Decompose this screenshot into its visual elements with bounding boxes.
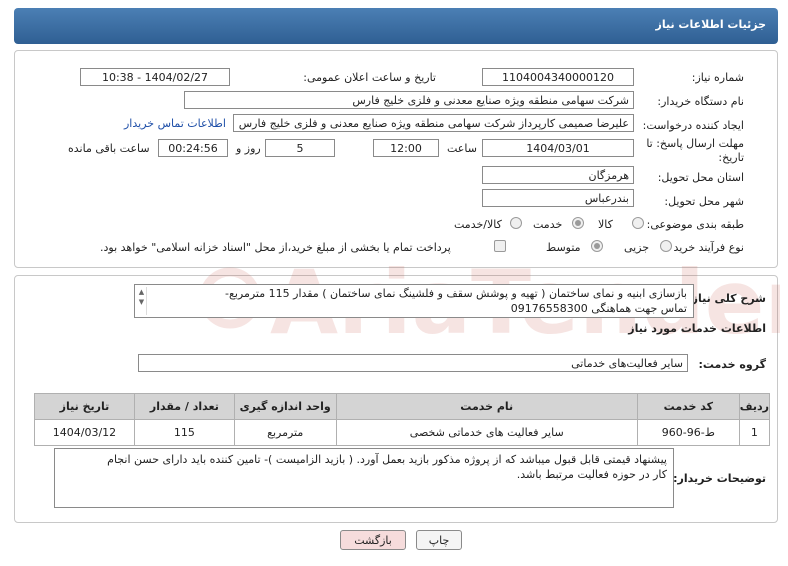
category-option-service: خدمت — [533, 218, 563, 231]
buyer-notes-line1: پیشنهاد قیمتی قابل قبول میباشد که از پرو… — [107, 453, 667, 466]
buyer-notes-textarea[interactable]: پیشنهاد قیمتی قابل قبول میباشد که از پرو… — [54, 448, 674, 508]
page-title: جزئیات اطلاعات نیاز — [655, 18, 767, 31]
table-header-row: ردیف کد خدمت نام خدمت واحد اندازه گیری ت… — [34, 393, 771, 420]
category-option-goods: کالا — [598, 218, 613, 231]
cell-quantity: 115 — [133, 419, 235, 446]
province-field: هرمزگان — [482, 166, 634, 184]
deadline-time-field: 12:00 — [373, 139, 439, 157]
cell-service-code: ط-96-960 — [636, 419, 740, 446]
cell-service-name: سایر فعالیت های خدماتی شخصی — [335, 419, 638, 446]
city-label: شهر محل تحویل: — [664, 195, 744, 208]
city-field: بندرعباس — [482, 189, 634, 207]
deadline-label-line1: مهلت ارسال پاسخ: تا — [646, 137, 744, 150]
buyer-org-field: شرکت سهامی منطقه ویژه صنایع معدنی و فلزی… — [184, 91, 634, 109]
print-button[interactable]: چاپ — [416, 530, 462, 550]
treasury-payment-note: پرداخت تمام یا بخشی از مبلغ خرید،از محل … — [100, 241, 451, 254]
deadline-label-line2: تاریخ: — [718, 151, 744, 164]
buyer-notes-line2: کار در حوزه فعالیت مرتبط باشد. — [516, 468, 667, 481]
deadline-time-label: ساعت — [447, 142, 477, 155]
cell-need-date: 1404/03/12 — [34, 419, 135, 446]
remaining-time-label: ساعت باقی مانده — [68, 142, 150, 155]
process-option-medium: متوسط — [546, 241, 581, 254]
col-service-code: کد خدمت — [636, 393, 740, 420]
description-textarea[interactable]: بازسازی ابنیه و نمای ساختمان ( تهیه و پو… — [134, 284, 694, 318]
process-option-minor: جزیی — [624, 241, 650, 254]
need-number-label: شماره نیاز: — [691, 71, 744, 84]
services-table: ردیف کد خدمت نام خدمت واحد اندازه گیری ت… — [34, 393, 771, 446]
buyer-org-label: نام دستگاه خریدار: — [657, 95, 744, 108]
col-unit: واحد اندازه گیری — [233, 393, 337, 420]
deadline-days-label: روز و — [236, 142, 261, 155]
buyer-notes-label: توضیحات خریدار: — [673, 472, 766, 485]
process-label: نوع فرآیند خرید : — [666, 241, 744, 254]
category-radio-goods-service[interactable] — [510, 217, 522, 229]
description-label: شرح کلی نیاز: — [687, 292, 766, 305]
table-row: 1 ط-96-960 سایر فعالیت های خدماتی شخصی م… — [34, 419, 771, 446]
cell-unit: مترمربع — [233, 419, 337, 446]
category-radio-goods[interactable] — [632, 217, 644, 229]
service-group-label: گروه خدمت: — [698, 358, 766, 371]
category-radio-service[interactable] — [572, 217, 584, 229]
requester-label: ایجاد کننده درخواست: — [642, 119, 744, 132]
process-radio-minor[interactable] — [660, 240, 672, 252]
description-line2: تماس جهت هماهنگی 09176558300 — [510, 302, 687, 315]
public-date-field: 1404/02/27 - 10:38 — [80, 68, 230, 86]
col-need-date: تاریخ نیاز — [34, 393, 135, 420]
buyer-contact-link[interactable]: اطلاعات تماس خریدار — [124, 117, 226, 130]
services-section-title: اطلاعات خدمات مورد نیاز — [628, 322, 766, 335]
back-button[interactable]: بازگشت — [340, 530, 406, 550]
page-header: جزئیات اطلاعات نیاز — [14, 8, 778, 44]
requester-field: علیرضا صمیمی کارپرداز شرکت سهامی منطقه و… — [233, 114, 634, 132]
category-option-goods-service: کالا/خدمت — [454, 218, 502, 231]
description-scrollbar[interactable]: ▲ ▼ — [137, 287, 147, 315]
deadline-date-field: 1404/03/01 — [482, 139, 634, 157]
cell-row-number: 1 — [738, 419, 771, 446]
public-date-label: تاریخ و ساعت اعلان عمومی: — [303, 71, 436, 84]
remaining-time-field: 00:24:56 — [158, 139, 228, 157]
category-label: طبقه بندی موضوعی: — [646, 218, 744, 231]
process-radio-medium[interactable] — [591, 240, 603, 252]
service-group-field: سایر فعالیت‌های خدماتی — [138, 354, 688, 372]
col-row-number: ردیف — [738, 393, 771, 420]
need-number-field: 1104004340000120 — [482, 68, 634, 86]
province-label: استان محل تحویل: — [657, 171, 744, 184]
col-service-name: نام خدمت — [335, 393, 638, 420]
col-quantity: تعداد / مقدار — [133, 393, 235, 420]
description-line1: بازسازی ابنیه و نمای ساختمان ( تهیه و پو… — [225, 287, 687, 300]
deadline-days-field: 5 — [265, 139, 335, 157]
treasury-payment-checkbox[interactable] — [494, 240, 506, 252]
